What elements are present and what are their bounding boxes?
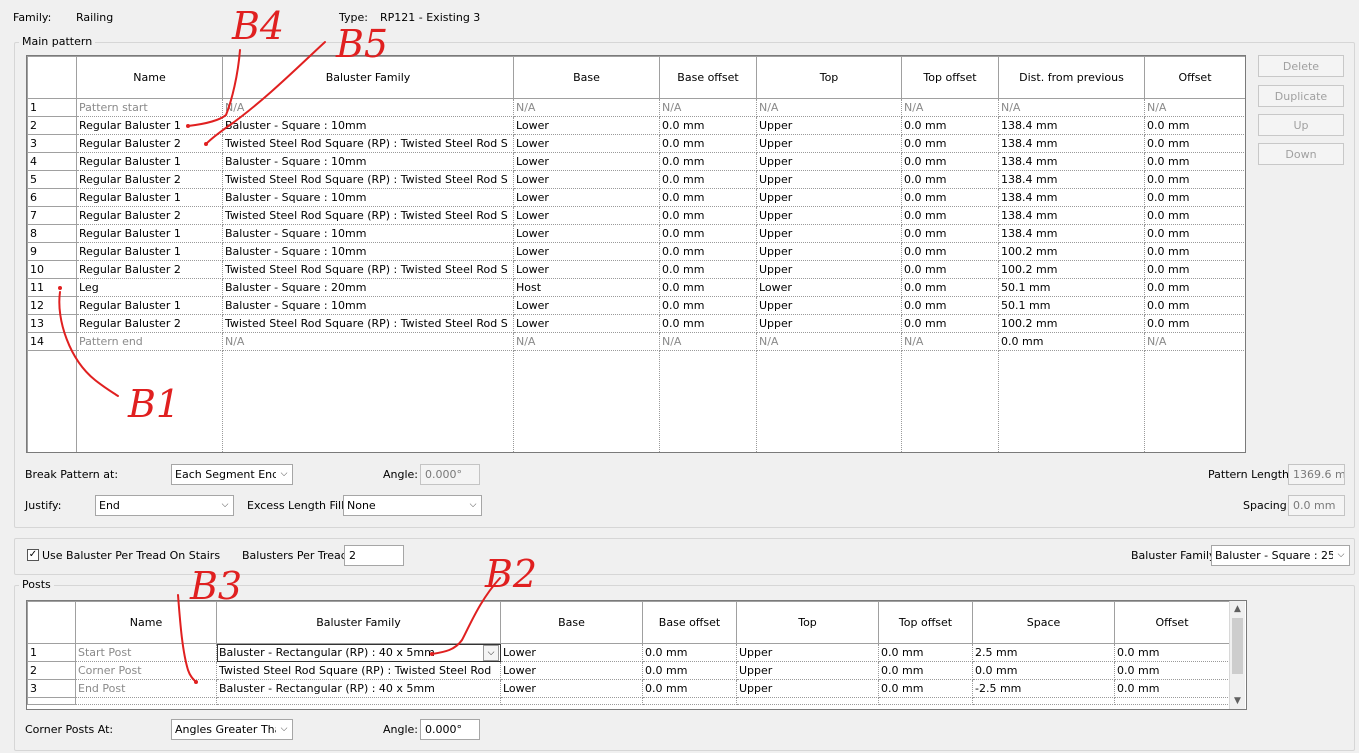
annotation-b4-dot xyxy=(186,124,190,128)
annotation-b1-arrow xyxy=(58,291,119,397)
annotation-b2-dot xyxy=(430,652,434,656)
annotation-b5-dot xyxy=(204,142,208,146)
annotation-b1-dot xyxy=(58,286,62,290)
annotation-b1-label: B1 xyxy=(128,382,181,426)
annotation-layer xyxy=(58,41,501,684)
annotation-b4-label: B4 xyxy=(232,4,285,48)
annotation-b3-label: B3 xyxy=(190,564,243,608)
annotation-b4-arrow xyxy=(187,49,241,127)
annotation-b5-label: B5 xyxy=(336,22,389,66)
annotation-b5-arrow xyxy=(205,41,326,145)
annotation-b3-dot xyxy=(194,680,198,684)
annotation-b2-label: B2 xyxy=(485,552,538,596)
annotation-b3-arrow xyxy=(177,594,197,683)
